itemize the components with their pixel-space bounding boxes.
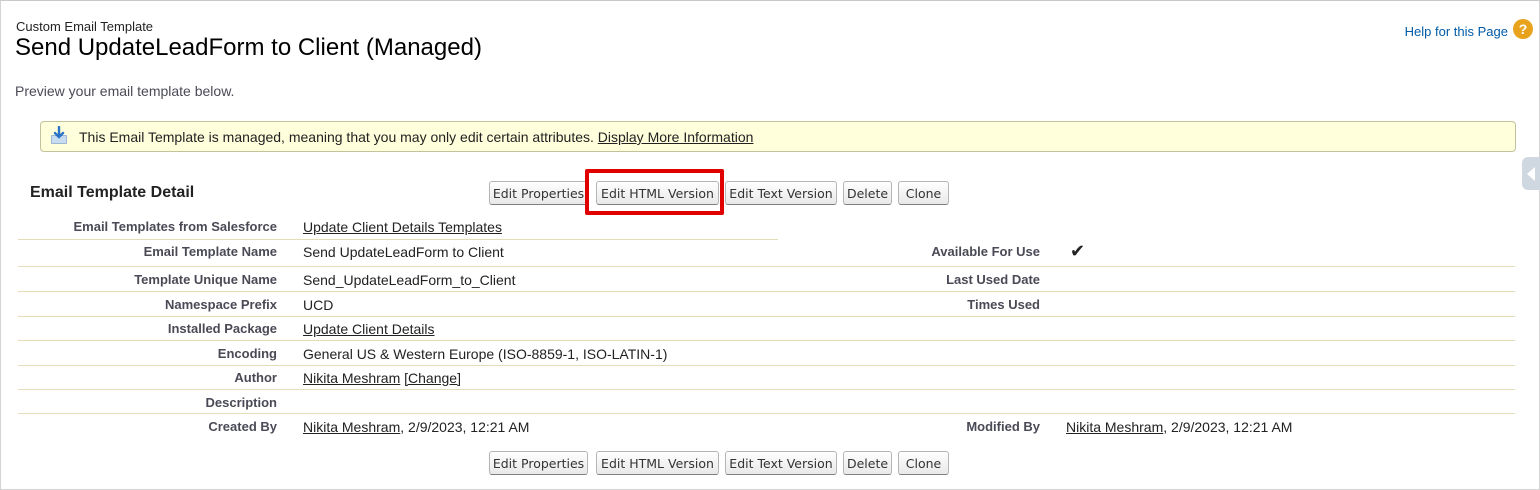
namespace-value: UCD [303, 297, 334, 313]
author-label: Author [234, 370, 277, 385]
row-divider [18, 316, 1515, 317]
times-used-label: Times Used [967, 297, 1040, 312]
side-panel-toggle[interactable] [1522, 157, 1540, 190]
last-used-label: Last Used Date [946, 272, 1040, 287]
template-name-value: Send UpdateLeadForm to Client [303, 244, 504, 260]
description-label: Description [205, 395, 277, 410]
section-title: Email Template Detail [30, 184, 195, 201]
highlight-box [585, 169, 724, 215]
created-by-label: Created By [208, 419, 277, 434]
available-label: Available For Use [931, 244, 1040, 259]
created-date: , 2/9/2023, 12:21 AM [400, 419, 530, 435]
managed-info-banner: This Email Template is managed, meaning … [40, 121, 1516, 152]
page-type-label: Custom Email Template [16, 19, 154, 34]
encoding-value: General US & Western Europe (ISO-8859-1,… [303, 346, 668, 362]
question-icon[interactable]: ? [1513, 19, 1533, 39]
delete-button[interactable]: Delete [843, 181, 892, 205]
row-divider [18, 239, 778, 240]
row-divider [18, 389, 1515, 390]
edit-text-version-button-bottom[interactable]: Edit Text Version [725, 451, 837, 475]
modified-by-label: Modified By [966, 419, 1040, 434]
page-title: Send UpdateLeadForm to Client (Managed) [15, 34, 482, 61]
help-link[interactable]: Help for this Page [1405, 24, 1508, 39]
row-divider [18, 365, 1515, 366]
clone-button[interactable]: Clone [898, 181, 949, 205]
modified-date: , 2/9/2023, 12:21 AM [1163, 419, 1293, 435]
unique-name-label: Template Unique Name [134, 272, 277, 287]
edit-properties-button-bottom[interactable]: Edit Properties [489, 451, 588, 475]
change-author-link[interactable]: [Change] [404, 370, 461, 386]
edit-text-version-button[interactable]: Edit Text Version [725, 181, 837, 205]
template-name-label: Email Template Name [143, 244, 277, 259]
modified-by-link[interactable]: Nikita Meshram [1066, 419, 1163, 435]
delete-button-bottom[interactable]: Delete [843, 451, 892, 475]
row-divider [18, 291, 1515, 292]
edit-properties-button[interactable]: Edit Properties [489, 181, 588, 205]
banner-text: This Email Template is managed, meaning … [79, 129, 753, 145]
package-link[interactable]: Update Client Details [303, 321, 435, 337]
encoding-label: Encoding [217, 346, 277, 361]
page-description: Preview your email template below. [15, 83, 235, 99]
checkmark-icon: ✔ [1070, 241, 1086, 261]
row-divider [18, 266, 1515, 267]
package-label: Installed Package [167, 321, 277, 336]
edit-html-version-button-bottom[interactable]: Edit HTML Version [596, 451, 719, 475]
folder-link[interactable]: Update Client Details Templates [303, 219, 502, 235]
author-link[interactable]: Nikita Meshram [303, 370, 400, 386]
display-more-info-link[interactable]: Display More Information [598, 129, 754, 145]
download-package-icon [51, 126, 67, 144]
banner-message: This Email Template is managed, meaning … [79, 129, 594, 145]
unique-name-value: Send_UpdateLeadForm_to_Client [303, 272, 516, 288]
row-divider [18, 413, 1515, 414]
clone-button-bottom[interactable]: Clone [898, 451, 949, 475]
folder-label: Email Templates from Salesforce [73, 219, 277, 234]
namespace-label: Namespace Prefix [164, 297, 277, 312]
row-divider [18, 340, 1515, 341]
created-by-link[interactable]: Nikita Meshram [303, 419, 400, 435]
